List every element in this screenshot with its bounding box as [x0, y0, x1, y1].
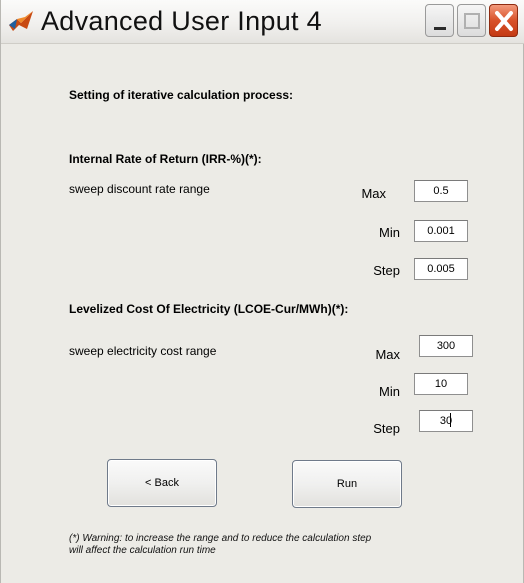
irr-max-label: Max: [361, 186, 386, 201]
minimize-icon: [434, 27, 446, 30]
maximize-button[interactable]: [457, 4, 486, 37]
page-heading: Setting of iterative calculation process…: [69, 88, 294, 102]
close-button[interactable]: [489, 4, 518, 37]
run-button[interactable]: Run: [292, 460, 402, 508]
lcoe-min-label: Min: [379, 384, 400, 399]
back-button[interactable]: < Back: [107, 459, 217, 507]
irr-step-input[interactable]: [414, 258, 468, 280]
irr-min-input[interactable]: [414, 220, 468, 242]
lcoe-step-label: Step: [373, 421, 400, 436]
close-icon: [495, 11, 513, 31]
title-bar[interactable]: Advanced User Input 4: [1, 0, 524, 44]
warning-note-line-2: will affect the calculation run time: [69, 545, 216, 556]
maximize-icon: [464, 13, 480, 29]
lcoe-max-input[interactable]: [419, 335, 473, 357]
matlab-icon: [7, 7, 35, 35]
warning-note-line-1: (*) Warning: to increase the range and t…: [69, 533, 372, 544]
irr-max-input[interactable]: [414, 180, 468, 202]
irr-section-title: Internal Rate of Return (IRR-%)(*):: [69, 152, 262, 166]
window-title: Advanced User Input 4: [41, 6, 322, 36]
dialog-window: Advanced User Input 4 Setting of iterati…: [0, 0, 524, 583]
minimize-button[interactable]: [425, 4, 454, 37]
lcoe-min-input[interactable]: [414, 373, 468, 395]
warning-note: (*) Warning: to increase the range and t…: [69, 533, 371, 557]
irr-range-label: sweep discount rate range: [69, 182, 210, 196]
text-cursor: [450, 413, 451, 427]
lcoe-range-label: sweep electricity cost range: [69, 344, 217, 358]
irr-min-label: Min: [379, 225, 400, 240]
lcoe-max-label: Max: [375, 347, 400, 362]
lcoe-section-title: Levelized Cost Of Electricity (LCOE-Cur/…: [69, 302, 349, 316]
lcoe-step-input[interactable]: [419, 410, 473, 432]
irr-step-label: Step: [373, 263, 400, 278]
